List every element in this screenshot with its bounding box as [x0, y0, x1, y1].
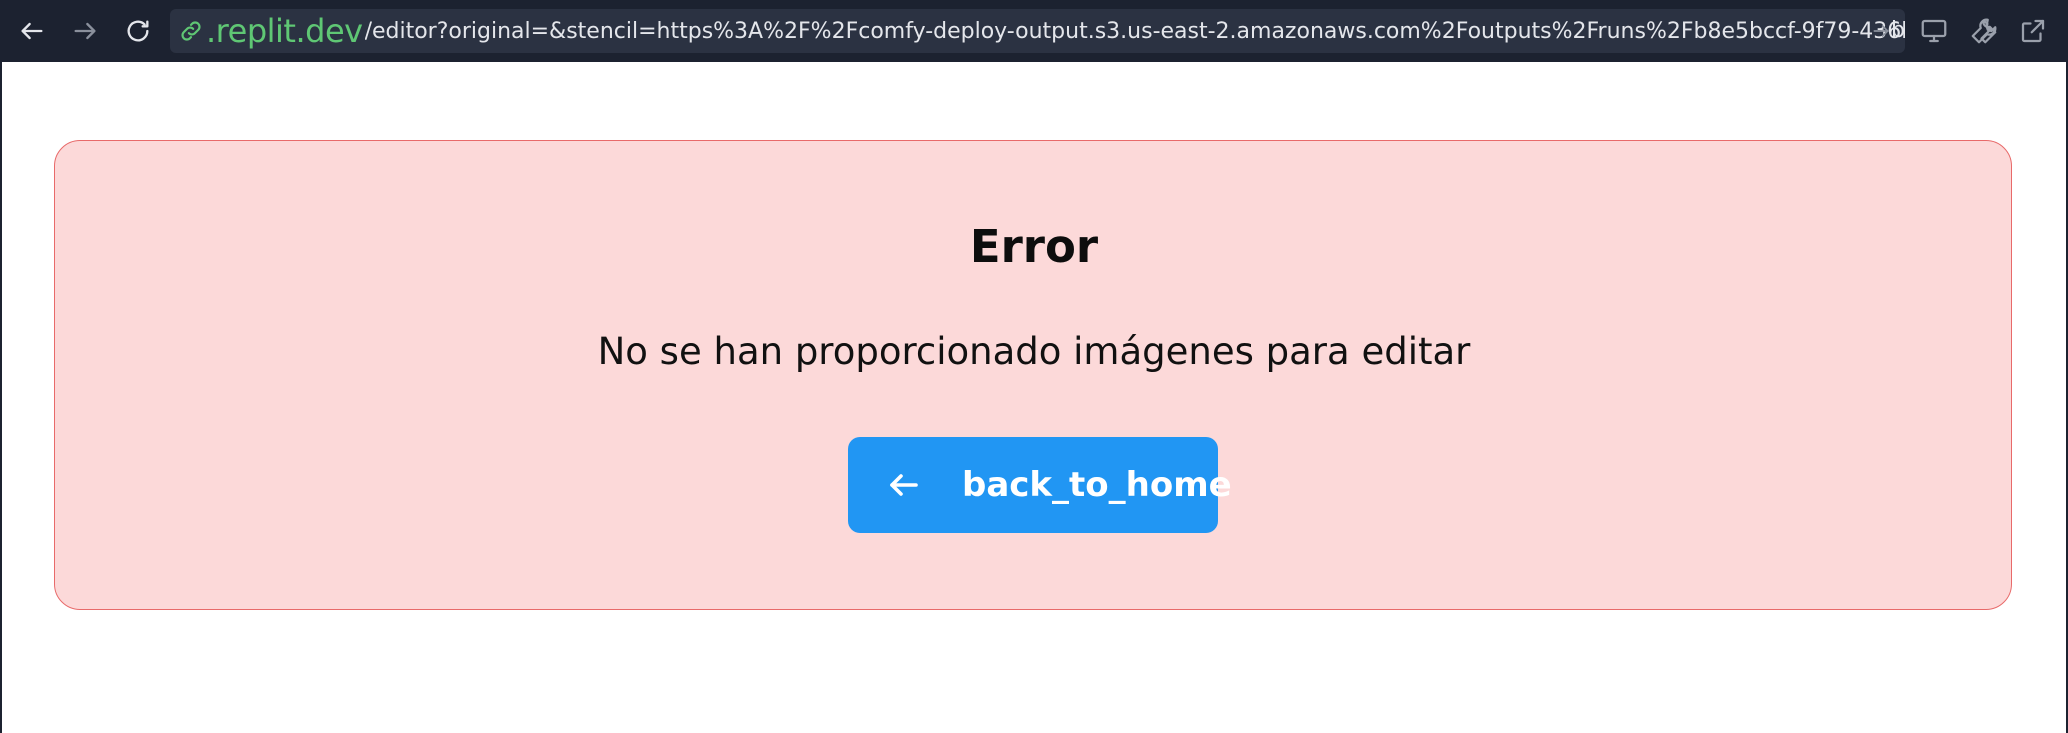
url-path: /editor?original=&stencil=https%3A%2F%2F… [364, 18, 1905, 44]
open-external-button[interactable] [2014, 12, 2052, 50]
browser-toolbar: .replit.dev /editor?original=&stencil=ht… [0, 0, 2068, 62]
error-card [54, 140, 2012, 610]
external-link-icon [2021, 19, 2045, 43]
devices-button[interactable] [1915, 12, 1953, 50]
arrow-left-icon [21, 22, 43, 40]
forward-button[interactable] [66, 12, 104, 50]
devtools-button[interactable] [1965, 12, 2003, 50]
back-button[interactable] [13, 12, 51, 50]
error-title: Error [969, 220, 1099, 273]
arrow-right-icon [74, 22, 96, 40]
arrow-left-icon [890, 474, 918, 496]
arrow-right-icon[interactable] [1871, 21, 1891, 41]
reload-button[interactable] [119, 12, 157, 50]
back-to-home-label: back_to_home [962, 465, 1232, 505]
link-icon [181, 21, 201, 41]
address-bar[interactable]: .replit.dev /editor?original=&stencil=ht… [170, 9, 1905, 53]
monitor-icon [1921, 19, 1947, 43]
back-to-home-button[interactable]: back_to_home [848, 437, 1232, 533]
reload-icon [127, 20, 149, 42]
wrench-icon [1971, 18, 1997, 44]
url-host: .replit.dev [206, 12, 363, 50]
error-message: No se han proporcionado imágenes para ed… [597, 330, 1471, 373]
url-tail: b [1891, 18, 1905, 43]
